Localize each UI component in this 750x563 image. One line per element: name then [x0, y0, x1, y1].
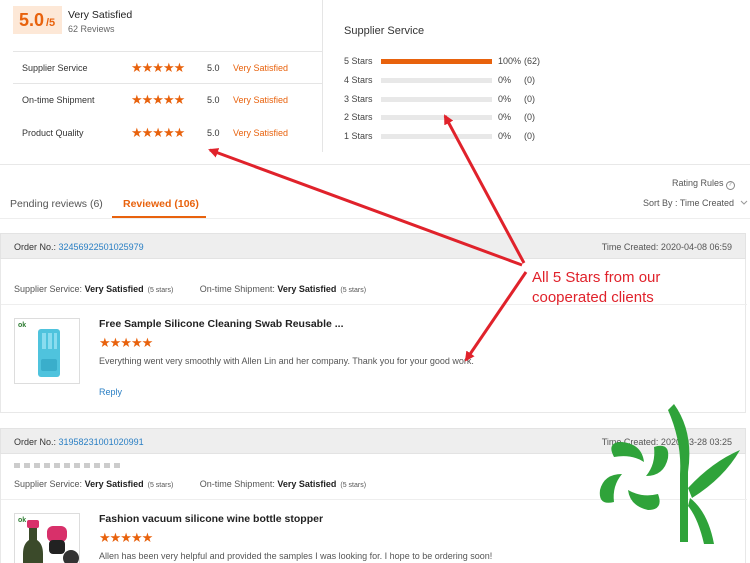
star-bar-track — [381, 115, 492, 120]
star-bar-percent: 100% — [498, 56, 522, 66]
supplier-service-stars: (5 stars) — [147, 482, 174, 489]
overall-score: 5.0 — [19, 10, 45, 30]
category-label: On-time Shipment — [22, 95, 95, 105]
star-bar-4: 4 Stars 0% (0) — [344, 73, 574, 89]
overall-score-scale: /5 — [46, 17, 56, 29]
star-bar-2: 2 Stars 0% (0) — [344, 110, 574, 126]
shipment-label: On-time Shipment: — [199, 284, 275, 294]
category-rating-text: Very Satisfied — [233, 128, 289, 138]
product-thumbnail[interactable]: ok — [14, 318, 80, 384]
overall-rating-title: Very Satisfied — [68, 9, 133, 21]
supplier-service-stars: (5 stars) — [147, 287, 174, 294]
star-bar-track — [381, 134, 492, 139]
star-bar-fill — [381, 59, 492, 64]
star-bar-percent: 0% — [498, 112, 512, 122]
category-rating-text: Very Satisfied — [233, 95, 289, 105]
star-bar-count: (62) — [524, 56, 541, 66]
review-text: Everything went very smoothly with Allen… — [99, 356, 474, 366]
supplier-service-label: Supplier Service: — [14, 479, 83, 489]
order-time: Time Created: 2020-04-08 06:59 — [601, 242, 732, 252]
rating-rules-link[interactable]: Rating Rules? — [672, 178, 735, 190]
star-bar-count: (0) — [524, 131, 535, 141]
review-count: 62 Reviews — [68, 24, 115, 34]
callout-line-1: All 5 Stars from our — [532, 269, 661, 286]
star-bar-track — [381, 97, 492, 102]
star-rating-icon: ★★★★★ — [131, 125, 185, 140]
star-bar-label: 5 Stars — [344, 56, 373, 66]
shipment-label: On-time Shipment: — [199, 479, 275, 489]
product-title-link[interactable]: Free Sample Silicone Cleaning Swab Reusa… — [99, 318, 344, 330]
tab-reviewed[interactable]: Reviewed (106) — [123, 198, 199, 210]
shipment-value: Very Satisfied — [277, 479, 337, 489]
shipment-stars: (5 stars) — [340, 287, 367, 294]
summary-divider — [322, 0, 323, 152]
star-bar-5: 5 Stars 100% (62) — [344, 54, 574, 70]
faint-text — [14, 463, 124, 468]
star-bar-percent: 0% — [498, 75, 512, 85]
order-number-link[interactable]: 31958231001020991 — [59, 437, 144, 447]
category-score: 5.0 — [207, 95, 220, 105]
info-icon: ? — [725, 181, 735, 190]
star-bar-label: 2 Stars — [344, 112, 373, 122]
chevron-down-icon — [740, 200, 747, 205]
sort-by-label: Sort By : Time Created — [643, 198, 735, 208]
category-score: 5.0 — [207, 63, 220, 73]
order-number: Order No.: 31958231001020991 — [14, 437, 144, 447]
ok-brand-logo-icon — [599, 404, 740, 544]
shipment-value: Very Satisfied — [277, 284, 337, 294]
order-number: Order No.: 32456922501025979 — [14, 242, 144, 252]
star-bar-track — [381, 78, 492, 83]
reply-link[interactable]: Reply — [99, 387, 122, 397]
supplier-service-value: Very Satisfied — [84, 479, 144, 489]
annotation-callout: All 5 Stars from our cooperated clients — [532, 268, 660, 308]
brand-mark-icon: ok — [18, 322, 27, 329]
rating-rules-label: Rating Rules — [672, 178, 724, 188]
brand-mark-icon: ok — [18, 517, 27, 524]
star-bar-count: (0) — [524, 94, 535, 104]
category-row-on-time-shipment: On-time Shipment ★★★★★ 5.0 Very Satisfie… — [13, 84, 322, 117]
rating-summary: 5.0 /5 Very Satisfied 62 Reviews Supplie… — [0, 0, 750, 165]
star-rating-icon: ★★★★★ — [131, 60, 185, 75]
shipment-stars: (5 stars) — [340, 482, 367, 489]
category-score: 5.0 — [207, 128, 220, 138]
product-thumbnail[interactable]: ok — [14, 513, 80, 563]
category-row-product-quality: Product Quality ★★★★★ 5.0 Very Satisfied — [13, 117, 322, 150]
service-ratings-line: Supplier Service: Very Satisfied (5 stars… — [14, 479, 366, 489]
sort-by-dropdown[interactable]: Sort By : Time Created — [643, 198, 748, 208]
order-number-link[interactable]: 32456922501025979 — [59, 242, 144, 252]
order-number-label: Order No.: — [14, 437, 57, 447]
star-bar-3: 3 Stars 0% (0) — [344, 92, 574, 108]
star-bar-track — [381, 59, 492, 64]
overall-score-badge: 5.0 /5 — [13, 6, 62, 34]
star-rating-icon: ★★★★★ — [99, 335, 153, 350]
breakdown-title: Supplier Service — [344, 25, 425, 37]
star-bar-1: 1 Stars 0% (0) — [344, 129, 574, 145]
supplier-service-label: Supplier Service: — [14, 284, 83, 294]
star-bar-count: (0) — [524, 112, 535, 122]
order-header: Order No.: 32456922501025979 Time Create… — [0, 233, 746, 259]
star-bar-percent: 0% — [498, 94, 512, 104]
star-rating-icon: ★★★★★ — [131, 92, 185, 107]
star-bar-label: 4 Stars — [344, 75, 373, 85]
review-text: Allen has been very helpful and provided… — [99, 551, 493, 561]
callout-line-2: cooperated clients — [532, 289, 654, 306]
tab-pending-reviews[interactable]: Pending reviews (6) — [10, 198, 103, 210]
supplier-service-value: Very Satisfied — [84, 284, 144, 294]
star-bar-label: 3 Stars — [344, 94, 373, 104]
star-bar-percent: 0% — [498, 131, 512, 141]
tabs-divider — [0, 218, 750, 219]
star-rating-icon: ★★★★★ — [99, 530, 153, 545]
star-bar-label: 1 Stars — [344, 131, 373, 141]
order-number-label: Order No.: — [14, 242, 57, 252]
category-row-supplier-service: Supplier Service ★★★★★ 5.0 Very Satisfie… — [13, 51, 322, 84]
service-ratings-line: Supplier Service: Very Satisfied (5 stars… — [14, 284, 366, 294]
category-label: Supplier Service — [22, 63, 88, 73]
product-title-link[interactable]: Fashion vacuum silicone wine bottle stop… — [99, 513, 323, 525]
star-bar-count: (0) — [524, 75, 535, 85]
category-rating-text: Very Satisfied — [233, 63, 289, 73]
category-label: Product Quality — [22, 128, 84, 138]
